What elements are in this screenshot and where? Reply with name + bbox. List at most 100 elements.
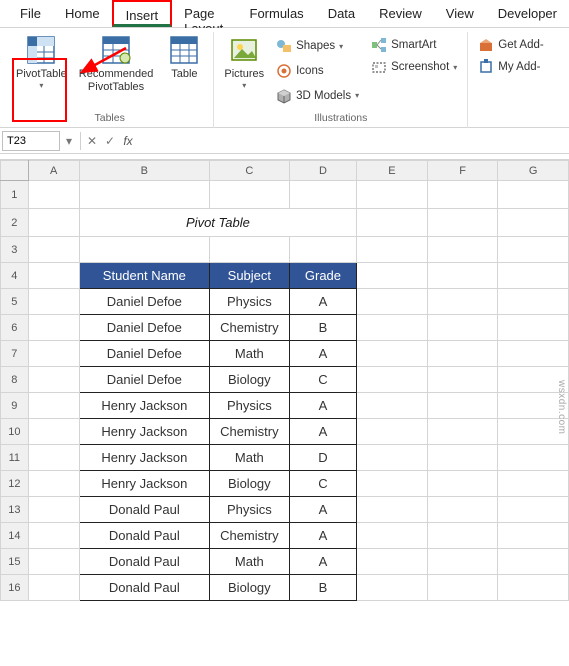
col-header[interactable]: D	[289, 161, 356, 181]
row-header[interactable]: 10	[1, 419, 29, 445]
cell[interactable]: Donald Paul	[79, 575, 209, 601]
cell[interactable]: Daniel Defoe	[79, 315, 209, 341]
tab-home[interactable]: Home	[53, 0, 112, 27]
title-cell[interactable]: Pivot Table	[79, 209, 357, 237]
cell[interactable]: Donald Paul	[79, 549, 209, 575]
row-header[interactable]: 3	[1, 237, 29, 263]
cell[interactable]: Physics	[209, 289, 289, 315]
cell[interactable]: Biology	[209, 575, 289, 601]
cell[interactable]: Daniel Defoe	[79, 367, 209, 393]
pivot-table-button[interactable]: PivotTable ▾	[12, 32, 71, 110]
row-header[interactable]: 16	[1, 575, 29, 601]
cell[interactable]: Chemistry	[209, 523, 289, 549]
shapes-button[interactable]: Shapes▾	[272, 35, 363, 57]
cell[interactable]: Donald Paul	[79, 497, 209, 523]
accept-icon[interactable]: ✓	[101, 131, 119, 151]
row-header[interactable]: 13	[1, 497, 29, 523]
icons-button[interactable]: Icons	[272, 60, 363, 82]
cell[interactable]: C	[289, 367, 356, 393]
cube-icon	[276, 88, 292, 104]
cell[interactable]: A	[289, 419, 356, 445]
cell[interactable]: A	[289, 341, 356, 367]
fx-icon[interactable]: fx	[119, 131, 137, 151]
cell[interactable]: Daniel Defoe	[79, 341, 209, 367]
cell[interactable]: B	[289, 315, 356, 341]
screenshot-button[interactable]: Screenshot▾	[367, 56, 461, 78]
watermark: wsxdn.com	[556, 380, 567, 435]
formula-input[interactable]	[137, 131, 567, 151]
chevron-down-icon: ▾	[339, 42, 343, 51]
tab-file[interactable]: File	[8, 0, 53, 27]
select-all-corner[interactable]	[1, 161, 29, 181]
name-box-dropdown[interactable]: ▾	[60, 131, 78, 151]
recommended-pivot-button[interactable]: Recommended PivotTables	[75, 32, 158, 110]
cell[interactable]: A	[289, 497, 356, 523]
tab-developer[interactable]: Developer	[486, 0, 569, 27]
table-button[interactable]: Table	[161, 32, 207, 110]
cancel-icon[interactable]: ✕	[83, 131, 101, 151]
tab-formulas[interactable]: Formulas	[238, 0, 316, 27]
row-header[interactable]: 1	[1, 181, 29, 209]
col-header[interactable]: C	[209, 161, 289, 181]
cell[interactable]: Biology	[209, 367, 289, 393]
cell[interactable]: Biology	[209, 471, 289, 497]
col-header[interactable]: A	[28, 161, 79, 181]
table-header[interactable]: Student Name	[79, 263, 209, 289]
cell[interactable]: Henry Jackson	[79, 471, 209, 497]
3d-models-button[interactable]: 3D Models▾	[272, 85, 363, 107]
shapes-icon	[276, 38, 292, 54]
cell[interactable]: B	[289, 575, 356, 601]
row-header[interactable]: 9	[1, 393, 29, 419]
tab-review[interactable]: Review	[367, 0, 434, 27]
my-addins-button[interactable]: My Add-	[474, 56, 547, 78]
col-header[interactable]: G	[498, 161, 569, 181]
cell[interactable]: Math	[209, 549, 289, 575]
cell[interactable]: A	[289, 393, 356, 419]
table-icon	[168, 34, 200, 66]
get-addins-button[interactable]: Get Add-	[474, 34, 547, 56]
col-header[interactable]: F	[427, 161, 498, 181]
cell[interactable]: Math	[209, 445, 289, 471]
chevron-down-icon: ▾	[242, 81, 246, 90]
row-header[interactable]: 11	[1, 445, 29, 471]
row-header[interactable]: 2	[1, 209, 29, 237]
tab-data[interactable]: Data	[316, 0, 367, 27]
smartart-button[interactable]: SmartArt	[367, 34, 461, 56]
cell[interactable]: Henry Jackson	[79, 419, 209, 445]
cell[interactable]: Henry Jackson	[79, 445, 209, 471]
cell[interactable]: Henry Jackson	[79, 393, 209, 419]
cell[interactable]: Chemistry	[209, 419, 289, 445]
cell[interactable]: Physics	[209, 497, 289, 523]
cell[interactable]: Donald Paul	[79, 523, 209, 549]
cell[interactable]: Chemistry	[209, 315, 289, 341]
row-header[interactable]: 5	[1, 289, 29, 315]
cell[interactable]: A	[289, 289, 356, 315]
pictures-button[interactable]: Pictures ▾	[220, 32, 268, 110]
icons-icon	[276, 63, 292, 79]
cell[interactable]: D	[289, 445, 356, 471]
row-header[interactable]: 14	[1, 523, 29, 549]
worksheet-grid[interactable]: A B C D E F G 1 2 Pivot Table 3 4 Student…	[0, 160, 569, 601]
row-header[interactable]: 8	[1, 367, 29, 393]
row-header[interactable]: 4	[1, 263, 29, 289]
table-header[interactable]: Subject	[209, 263, 289, 289]
cell[interactable]: Physics	[209, 393, 289, 419]
col-header[interactable]: E	[357, 161, 428, 181]
cell[interactable]: A	[289, 549, 356, 575]
cell[interactable]: Math	[209, 341, 289, 367]
row-header[interactable]: 7	[1, 341, 29, 367]
tab-page-layout[interactable]: Page Layout	[172, 0, 237, 27]
row-header[interactable]: 6	[1, 315, 29, 341]
name-box[interactable]	[2, 131, 60, 151]
col-header[interactable]: B	[79, 161, 209, 181]
row-header[interactable]: 12	[1, 471, 29, 497]
cell[interactable]: C	[289, 471, 356, 497]
cell[interactable]: Daniel Defoe	[79, 289, 209, 315]
group-tables-label: Tables	[12, 110, 207, 128]
tab-view[interactable]: View	[434, 0, 486, 27]
addins-icon	[478, 59, 494, 75]
cell[interactable]: A	[289, 523, 356, 549]
tab-insert[interactable]: Insert	[112, 0, 173, 27]
row-header[interactable]: 15	[1, 549, 29, 575]
table-header[interactable]: Grade	[289, 263, 356, 289]
